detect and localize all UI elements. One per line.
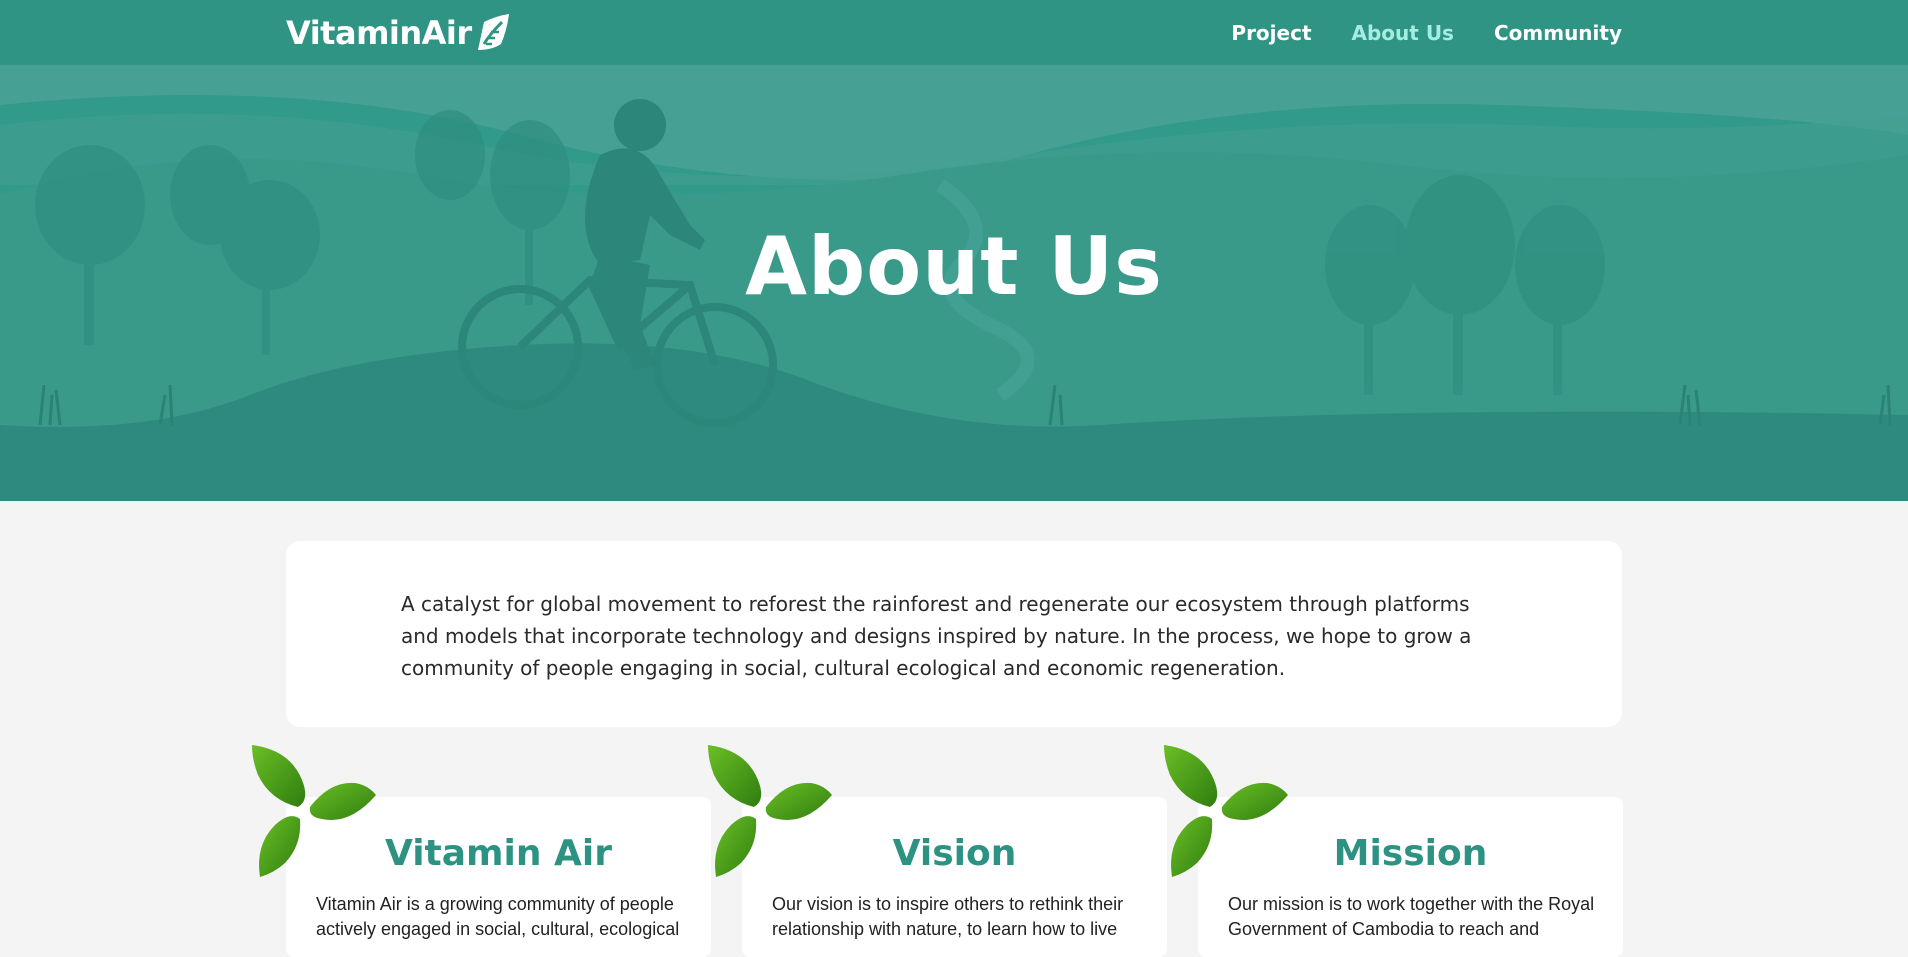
logo-text: VitaminAir: [286, 14, 472, 52]
leaf-logo-icon: [477, 14, 509, 50]
card-text: Our vision is to inspire others to rethi…: [772, 894, 1124, 939]
intro-card: A catalyst for global movement to refore…: [286, 541, 1622, 727]
page-title: About Us: [745, 220, 1163, 313]
intro-text: A catalyst for global movement to refore…: [401, 592, 1472, 680]
hero-banner: About Us: [0, 65, 1908, 501]
top-navbar: VitaminAir Project About Us Community: [0, 0, 1908, 65]
card-text: Vitamin Air is a growing community of pe…: [316, 894, 680, 939]
nav-community[interactable]: Community: [1494, 21, 1622, 45]
logo[interactable]: VitaminAir: [286, 13, 510, 53]
three-leaf-icon: [1164, 745, 1288, 877]
main-nav: Project About Us Community: [1231, 0, 1622, 65]
three-leaf-icon: [252, 745, 376, 877]
nav-project[interactable]: Project: [1231, 21, 1311, 45]
nav-about-us[interactable]: About Us: [1352, 21, 1454, 45]
three-leaf-icon: [708, 745, 832, 877]
card-text: Our mission is to work together with the…: [1228, 894, 1595, 939]
